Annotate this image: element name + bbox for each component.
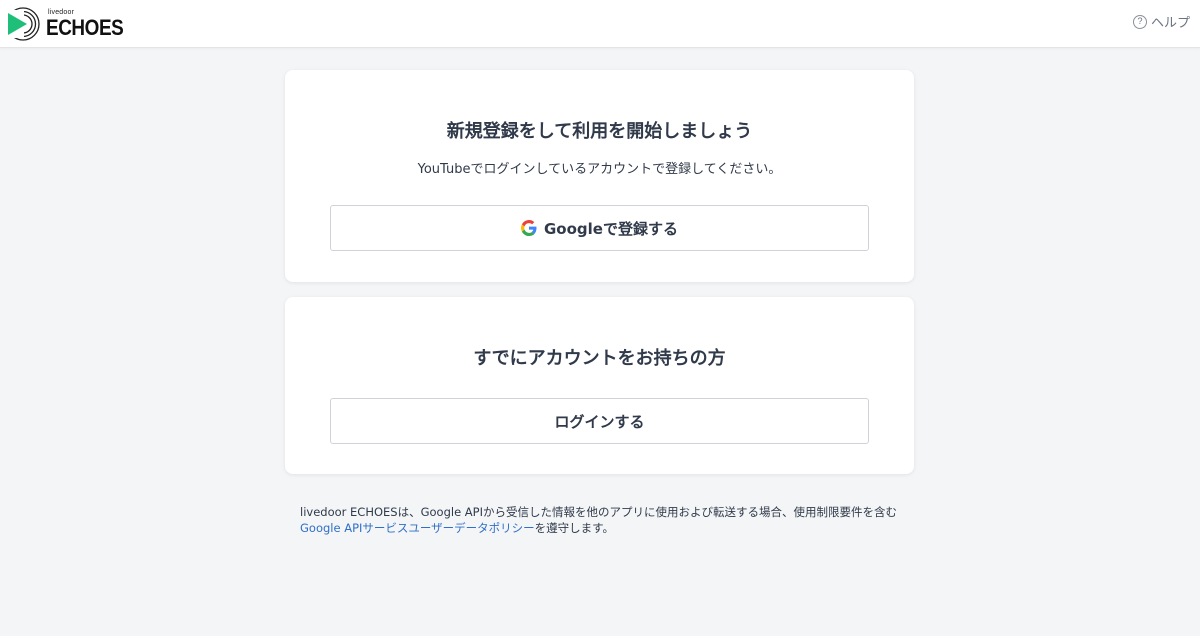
- question-circle-icon: ?: [1132, 14, 1147, 29]
- notice-text-before: livedoor ECHOESは、Google APIから受信した情報を他のアプ…: [300, 505, 897, 519]
- signup-description: YouTubeでログインしているアカウントで登録してください。: [417, 162, 782, 177]
- help-link[interactable]: ? ヘルプ: [1132, 12, 1190, 31]
- logo-main-text: ECHOES: [46, 15, 124, 40]
- help-label: ヘルプ: [1150, 16, 1190, 31]
- google-signup-label: Googleで登録する: [544, 219, 678, 238]
- logo-text: livedoor ECHOES: [46, 9, 136, 39]
- google-g-icon: [521, 220, 537, 236]
- signup-title: 新規登録をして利用を開始しましょう: [446, 121, 753, 142]
- google-signup-button[interactable]: Googleで登録する: [330, 205, 869, 251]
- google-api-policy-link[interactable]: Google APIサービスユーザーデータポリシー: [300, 521, 535, 535]
- top-header: livedoor ECHOES ? ヘルプ: [0, 0, 1200, 48]
- play-logo-icon: [6, 7, 40, 41]
- notice-text-after: を遵守します。: [534, 521, 615, 535]
- echoes-logo[interactable]: livedoor ECHOES: [6, 4, 136, 44]
- login-title: すでにアカウントをお持ちの方: [473, 348, 726, 369]
- login-card: すでにアカウントをお持ちの方 ログインする: [285, 297, 914, 474]
- login-button[interactable]: ログインする: [330, 398, 869, 444]
- login-button-label: ログインする: [554, 412, 645, 431]
- signup-card: 新規登録をして利用を開始しましょう YouTubeでログインしているアカウントで…: [285, 70, 914, 282]
- api-policy-notice: livedoor ECHOESは、Google APIから受信した情報を他のアプ…: [300, 504, 920, 536]
